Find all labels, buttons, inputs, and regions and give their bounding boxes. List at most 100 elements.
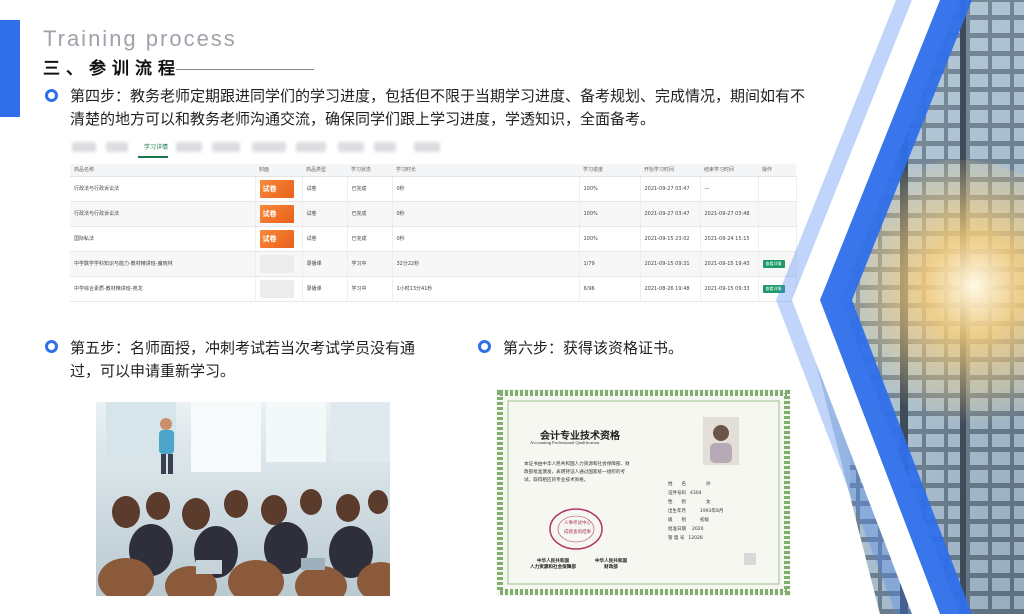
course-status: 已完成: [347, 201, 393, 227]
sunburst: [820, 160, 1024, 440]
start-time: 2021-09-27 03:47: [640, 176, 701, 202]
field-value: 1993年8月: [700, 509, 724, 514]
cover-thumbnail: 试卷: [259, 179, 294, 198]
issuer-left: 中华人民共和国 人力资源和社会保障部: [530, 559, 576, 570]
cert-fields: 姓 名 孙 证件号码 4304 性 别 女 出生年月 1993年8月 级 别 初级 批准日…: [668, 481, 758, 544]
learning-table: 商品名称 封面 商品类型 学习状态 学习时长 学习进度 开始学习时间 结束学习时…: [70, 164, 797, 302]
column-header: 商品名称: [70, 164, 255, 177]
cover-thumbnail: 试卷: [259, 229, 294, 248]
section-title-english: Training process: [43, 26, 237, 51]
course-status: 学习中: [347, 251, 393, 277]
column-header: 学习时长: [392, 164, 579, 177]
field-label: 级 别: [668, 518, 686, 523]
field-value: 4304: [690, 491, 702, 496]
field-label: 管 理 号: [668, 536, 685, 541]
end-time: 2021-09-24 15:15: [700, 226, 759, 252]
table-row[interactable]: 中学数学学科知识与能力-教材精讲班-魔晓林 录播课 学习中 32分22秒 1/7…: [70, 251, 797, 277]
column-header: 封面: [255, 164, 302, 177]
step5-bullet-icon: [45, 340, 58, 353]
course-status: 学习中: [347, 276, 393, 302]
cover-thumbnail: [259, 254, 294, 273]
blue-chevron: [820, 0, 972, 614]
column-header: 结束学习时间: [700, 164, 758, 177]
field-label: 姓 名: [668, 482, 686, 487]
left-accent-bar: [0, 20, 20, 117]
tab-blurred[interactable]: [414, 142, 440, 152]
field-value: 孙: [706, 482, 711, 487]
course-name: 行政法与行政诉讼法: [70, 201, 256, 227]
seal-subtext: 成绩查询结果: [564, 530, 591, 535]
tab-blurred[interactable]: [176, 142, 202, 152]
table-row[interactable]: 中学综合素质-教材精讲班-苑龙 录播课 学习中 1小时13分41秒 6/96 2…: [70, 276, 797, 302]
course-status: 已完成: [347, 176, 393, 202]
tab-blurred[interactable]: [106, 142, 128, 152]
start-time: 2021-08-26 19:48: [640, 276, 701, 302]
course-duration: 0秒: [392, 176, 580, 202]
course-status: 已完成: [347, 226, 393, 252]
course-progress: 100%: [579, 201, 641, 227]
step4-text: 第四步：教务老师定期跟进同学们的学习进度，包括但不限于当期学习进度、备考规划、完…: [70, 87, 806, 128]
column-header: 商品类型: [302, 164, 347, 177]
course-name: 国际私法: [70, 226, 256, 252]
course-name: 中学数学学科知识与能力-教材精讲班-魔晓林: [70, 251, 256, 277]
field-label: 证件号码: [668, 491, 686, 496]
qualification-certificate: 会计专业技术资格 Accounting Professional Qualifi…: [496, 389, 791, 596]
end-time: 2021-09-15 19:43: [700, 251, 759, 277]
column-header: 学习状态: [347, 164, 392, 177]
active-tab-underline: [138, 156, 168, 158]
field-label: 批准日期: [668, 527, 686, 532]
table-row[interactable]: 行政法与行政诉讼法 试卷 试卷 已完成 0秒 100% 2021-09-27 0…: [70, 176, 797, 202]
course-duration: 32分22秒: [392, 251, 580, 277]
course-duration: 1小时13分41秒: [392, 276, 580, 302]
tab-blurred[interactable]: [338, 142, 364, 152]
course-name: 行政法与行政诉讼法: [70, 176, 256, 202]
field-value: 女: [706, 500, 711, 505]
tab-blurred[interactable]: [374, 142, 396, 152]
start-time: 2021-09-27 03:47: [640, 201, 701, 227]
step5-text: 第五步：名师面授，冲刺考试若当次考试学员没有通过，可以申请重新学习。: [70, 339, 416, 380]
field-label: 出生年月: [668, 509, 686, 514]
course-type: 试卷: [302, 201, 348, 227]
end-time: 2021-09-15 09:33: [700, 276, 759, 302]
course-progress: 6/96: [579, 276, 641, 302]
cert-subtitle: Accounting Professional Qualification: [530, 440, 600, 445]
building-backdrop: [800, 0, 1024, 614]
view-details-button[interactable]: 查看详情: [762, 259, 785, 268]
view-details-button[interactable]: 查看详情: [762, 284, 785, 293]
tab-blurred[interactable]: [212, 142, 240, 152]
classroom-photo: [96, 402, 390, 596]
tab-blurred[interactable]: [296, 142, 326, 152]
course-progress: 1/79: [579, 251, 641, 277]
tab-blurred[interactable]: [72, 142, 96, 152]
step6-text: 第六步：获得该资格证书。: [503, 339, 684, 357]
cover-thumbnail: 试卷: [259, 204, 294, 223]
column-header: 学习进度: [579, 164, 640, 177]
action-cell: [758, 176, 797, 202]
tab-learning-details[interactable]: 学习详情: [144, 142, 168, 151]
course-type: 录播课: [302, 251, 348, 277]
seal-text: 人事考试中心: [564, 521, 591, 526]
table-row[interactable]: 国际私法 试卷 试卷 已完成 0秒 100% 2021-09-15 23:02 …: [70, 226, 797, 252]
step4-bullet-icon: [45, 89, 58, 102]
field-label: 性 别: [668, 500, 686, 505]
issuer-right: 中华人民共和国 财政部: [594, 559, 628, 570]
learning-progress-panel: 学习详情 商品名称 封面 商品类型 学习状态 学习时长 学习进度 开始学习时间 …: [70, 138, 797, 326]
tab-blurred[interactable]: [252, 142, 286, 152]
table-header-row: 商品名称 封面 商品类型 学习状态 学习时长 学习进度 开始学习时间 结束学习时…: [70, 164, 796, 177]
table-row[interactable]: 行政法与行政诉讼法 试卷 试卷 已完成 0秒 100% 2021-09-27 0…: [70, 201, 797, 227]
field-value: 初级: [700, 518, 709, 523]
field-value: 12028: [688, 536, 703, 541]
course-duration: 0秒: [392, 201, 580, 227]
building-windows: [850, 0, 1024, 614]
panel-tabs: 学习详情: [70, 138, 796, 158]
field-value: 2020: [692, 527, 704, 532]
column-header: 操作: [758, 164, 796, 177]
action-cell: [758, 226, 797, 252]
course-type: 录播课: [302, 276, 348, 302]
cover-thumbnail: [259, 279, 294, 298]
title-divider: [176, 69, 314, 70]
course-progress: 100%: [579, 226, 641, 252]
course-type: 试卷: [302, 176, 348, 202]
end-time: 2021-09-27 03:48: [700, 201, 759, 227]
course-type: 试卷: [302, 226, 348, 252]
